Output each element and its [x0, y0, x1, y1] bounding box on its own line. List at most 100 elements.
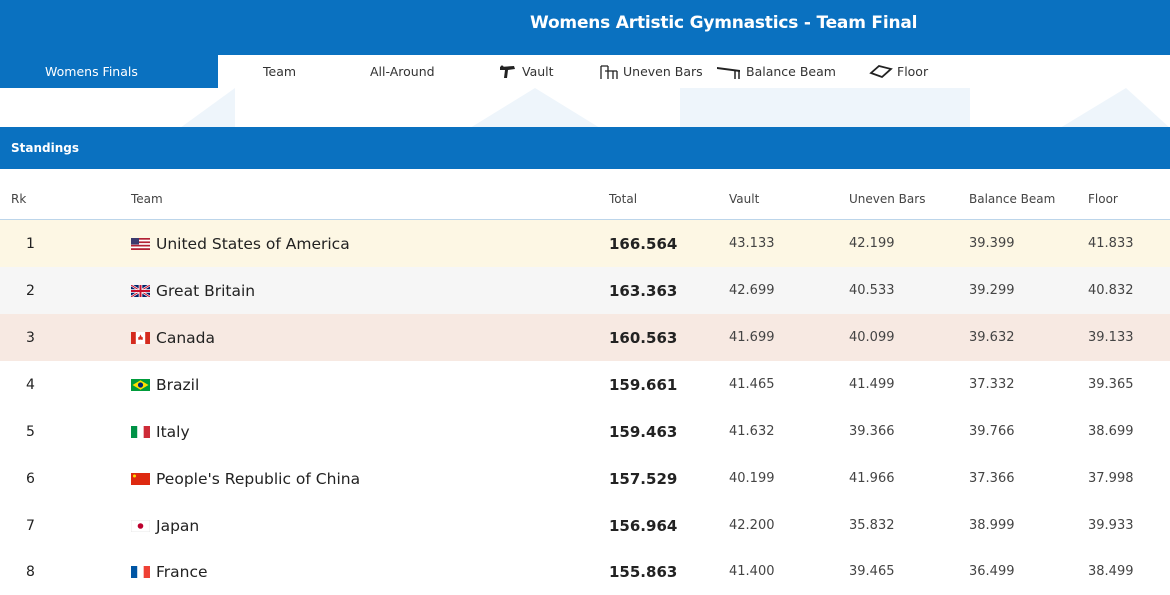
table-row[interactable]: 2 Great Britain 163.363 42.699 40.533 39… [0, 267, 1170, 314]
tab-vault[interactable]: Vault [498, 55, 554, 88]
balance-beam-cell: 38.999 [969, 518, 1015, 533]
uneven-bars-cell: 39.465 [849, 564, 895, 579]
floor-cell: 39.933 [1088, 518, 1134, 533]
title-bar: Womens Artistic Gymnastics - Team Final [0, 0, 1170, 55]
team-cell: United States of America [131, 220, 350, 267]
balance-beam-cell: 39.399 [969, 236, 1015, 251]
vault-cell: 41.400 [729, 564, 775, 579]
italy-flag-icon [131, 425, 150, 438]
team-cell: Italy [131, 408, 190, 455]
balance-beam-cell: 37.366 [969, 471, 1015, 486]
vault-cell: 41.465 [729, 377, 775, 392]
floor-cell: 38.499 [1088, 564, 1134, 579]
standings-title: Standings [11, 141, 79, 155]
uneven-bars-cell: 41.499 [849, 377, 895, 392]
brazil-flag-icon [131, 378, 150, 391]
tab-all-around[interactable]: All-Around [370, 55, 435, 88]
tab-team[interactable]: Team [263, 55, 296, 88]
team-cell: Canada [131, 314, 215, 361]
balance-beam-cell: 39.766 [969, 424, 1015, 439]
table-row[interactable]: 4 Brazil 159.661 41.465 41.499 37.332 39… [0, 361, 1170, 408]
rank-cell: 5 [26, 423, 35, 440]
vault-icon [500, 65, 515, 78]
balance-beam-cell: 39.299 [969, 283, 1015, 298]
france-flag-icon [131, 565, 150, 578]
uneven-bars-cell: 35.832 [849, 518, 895, 533]
china-flag-icon [131, 472, 150, 485]
team-name: France [156, 562, 208, 581]
floor-icon [869, 64, 893, 78]
tab-womens-finals[interactable]: Womens Finals [0, 55, 218, 88]
rank-cell: 7 [26, 517, 35, 534]
table-row[interactable]: 1 United States of America 166.564 43.13… [0, 220, 1170, 267]
floor-cell: 39.133 [1088, 330, 1134, 345]
floor-cell: 39.365 [1088, 377, 1134, 392]
tab-balance-beam-label: Balance Beam [746, 64, 836, 79]
floor-cell: 37.998 [1088, 471, 1134, 486]
page-title: Womens Artistic Gymnastics - Team Final [530, 13, 918, 33]
rank-cell: 8 [26, 563, 35, 580]
tab-team-label: Team [263, 64, 297, 79]
tab-balance-beam[interactable]: Balance Beam [716, 55, 836, 88]
total-cell: 159.661 [609, 375, 678, 394]
balance-beam-cell: 36.499 [969, 564, 1015, 579]
great-britain-flag-icon [131, 284, 150, 297]
table-row[interactable]: 8 France 155.863 41.400 39.465 36.499 38… [0, 548, 1170, 595]
rank-cell: 1 [26, 235, 35, 252]
team-name: United States of America [156, 234, 350, 253]
total-cell: 160.563 [609, 328, 678, 347]
tab-vault-label: Vault [522, 64, 554, 79]
total-cell: 156.964 [609, 516, 678, 535]
rank-cell: 6 [26, 470, 35, 487]
vault-cell: 41.699 [729, 330, 775, 345]
tab-uneven-bars-label: Uneven Bars [623, 64, 703, 79]
rank-cell: 2 [26, 282, 35, 299]
floor-cell: 40.832 [1088, 283, 1134, 298]
uneven-bars-cell: 40.099 [849, 330, 895, 345]
total-cell: 155.863 [609, 562, 678, 581]
column-header-team[interactable]: Team [131, 192, 163, 206]
balance-beam-icon [717, 66, 740, 79]
total-cell: 159.463 [609, 422, 678, 441]
standings-header: Standings [0, 127, 1170, 169]
column-header-total[interactable]: Total [609, 192, 637, 206]
team-cell: Japan [131, 502, 199, 549]
table-row[interactable]: 6 People's Republic of China 157.529 40.… [0, 455, 1170, 502]
vault-cell: 41.632 [729, 424, 775, 439]
vault-cell: 42.200 [729, 518, 775, 533]
vault-cell: 42.699 [729, 283, 775, 298]
team-name: Italy [156, 422, 190, 441]
column-header-floor[interactable]: Floor [1088, 192, 1118, 206]
team-name: Brazil [156, 375, 200, 394]
team-cell: People's Republic of China [131, 455, 360, 502]
team-cell: France [131, 548, 208, 595]
team-cell: Great Britain [131, 267, 255, 314]
japan-flag-icon [131, 519, 150, 532]
column-header-uneven-bars[interactable]: Uneven Bars [849, 192, 925, 206]
vault-cell: 40.199 [729, 471, 775, 486]
balance-beam-cell: 39.632 [969, 330, 1015, 345]
uneven-bars-cell: 39.366 [849, 424, 895, 439]
team-name: Japan [156, 516, 200, 535]
decorative-banner [0, 88, 1170, 128]
column-header-rank[interactable]: Rk [11, 192, 26, 206]
floor-cell: 38.699 [1088, 424, 1134, 439]
uneven-bars-cell: 41.966 [849, 471, 895, 486]
team-cell: Brazil [131, 361, 199, 408]
column-header-vault[interactable]: Vault [729, 192, 759, 206]
total-cell: 166.564 [609, 234, 678, 253]
vault-cell: 43.133 [729, 236, 775, 251]
column-header-balance-beam[interactable]: Balance Beam [969, 192, 1055, 206]
team-name: Great Britain [156, 281, 256, 300]
uneven-bars-cell: 42.199 [849, 236, 895, 251]
table-row[interactable]: 3 Canada 160.563 41.699 40.099 39.632 39… [0, 314, 1170, 361]
tab-all-around-label: All-Around [370, 64, 435, 79]
tab-floor[interactable]: Floor [869, 55, 928, 88]
table-row[interactable]: 5 Italy 159.463 41.632 39.366 39.766 38.… [0, 408, 1170, 455]
total-cell: 157.529 [609, 469, 678, 488]
floor-cell: 41.833 [1088, 236, 1134, 251]
uneven-bars-cell: 40.533 [849, 283, 895, 298]
table-row[interactable]: 7 Japan 156.964 42.200 35.832 38.999 39.… [0, 502, 1170, 549]
tab-uneven-bars[interactable]: Uneven Bars [599, 55, 703, 88]
rank-cell: 4 [26, 376, 35, 393]
